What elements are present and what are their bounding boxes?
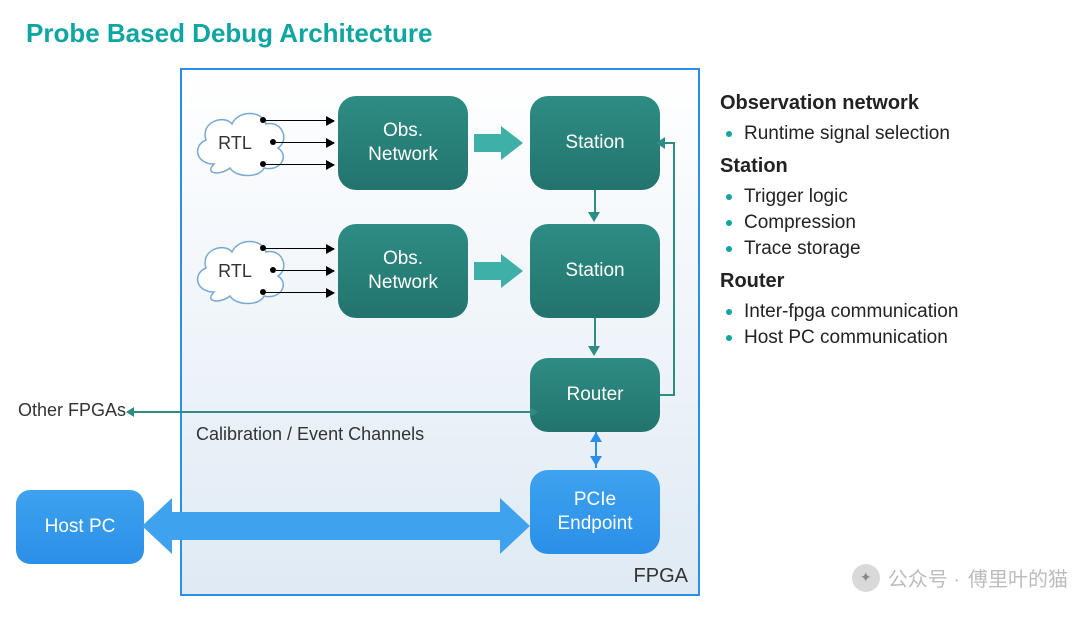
host-pc: Host PC (16, 490, 144, 564)
rtl-label-1: RTL (218, 133, 252, 154)
legend-heading-router: Router (720, 270, 1060, 293)
legend-item: Runtime signal selection (726, 121, 1060, 147)
legend-heading-station: Station (720, 155, 1060, 178)
watermark: ✦ 公众号 · 傅里叶的猫 (852, 563, 1068, 592)
flow-arrow-icon (474, 126, 524, 160)
probe-arrow (266, 120, 334, 121)
probe-arrow (266, 164, 334, 165)
rtl-cloud-1: RTL (190, 106, 292, 180)
host-link-arrow (142, 498, 530, 554)
station-1-label: Station (565, 131, 624, 155)
legend: Observation network Runtime signal selec… (720, 84, 1060, 351)
other-fpgas-label: Other FPGAs (18, 400, 126, 421)
watermark-name: 傅里叶的猫 (968, 563, 1068, 592)
arrow-up-icon (590, 432, 602, 442)
obs-network-1: Obs. Network (338, 96, 468, 190)
slide-title: Probe Based Debug Architecture (26, 18, 432, 49)
probe-arrow (276, 270, 334, 271)
arrow-down-icon (588, 212, 600, 222)
obs-network-2: Obs. Network (338, 224, 468, 318)
pcie-endpoint-label: PCIe Endpoint (557, 488, 632, 536)
fpga-label: FPGA (634, 565, 688, 588)
probe-arrow (266, 292, 334, 293)
host-pc-label: Host PC (45, 515, 116, 539)
flow-arrow-icon (474, 254, 524, 288)
connector-line (594, 318, 596, 348)
rtl-cloud-2: RTL (190, 234, 292, 308)
station-2-label: Station (565, 259, 624, 283)
obs-network-1-label: Obs. Network (368, 119, 438, 167)
rtl-label-2: RTL (218, 261, 252, 282)
legend-item: Trace storage (726, 236, 1060, 262)
probe-arrow (276, 142, 334, 143)
legend-item: Inter-fpga communication (726, 299, 1060, 325)
connector-line (660, 394, 674, 396)
probe-arrow (266, 248, 334, 249)
wechat-icon: ✦ (852, 564, 880, 592)
legend-item: Host PC communication (726, 325, 1060, 351)
connector-line (594, 190, 596, 214)
watermark-prefix: 公众号 · (888, 563, 960, 592)
arrow-left-icon (656, 137, 665, 149)
connector-line (673, 142, 675, 396)
router-label: Router (566, 383, 623, 407)
calibration-label: Calibration / Event Channels (196, 424, 424, 445)
legend-list-router: Inter-fpga communication Host PC communi… (720, 299, 1060, 351)
arrow-down-icon (588, 346, 600, 356)
router-node: Router (530, 358, 660, 432)
legend-item: Trigger logic (726, 184, 1060, 210)
station-1: Station (530, 96, 660, 190)
legend-list-station: Trigger logic Compression Trace storage (720, 184, 1060, 262)
pcie-endpoint: PCIe Endpoint (530, 470, 660, 554)
obs-network-2-label: Obs. Network (368, 247, 438, 295)
legend-item: Compression (726, 210, 1060, 236)
calibration-channel-line (134, 411, 530, 413)
legend-list-observation: Runtime signal selection (720, 121, 1060, 147)
legend-heading-observation: Observation network (720, 92, 1060, 115)
station-2: Station (530, 224, 660, 318)
